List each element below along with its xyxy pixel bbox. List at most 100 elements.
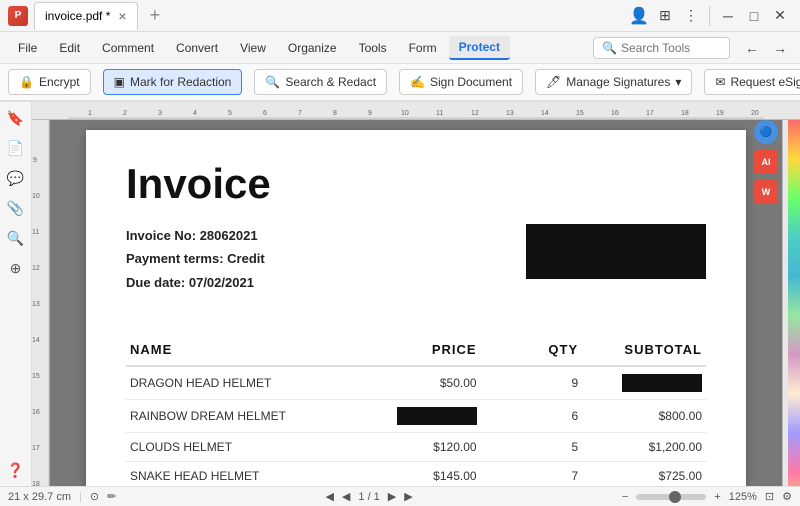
- zoom-level: 125%: [729, 491, 757, 503]
- svg-text:6: 6: [263, 110, 267, 117]
- item-subtotal: $800.00: [582, 400, 706, 433]
- svg-text:16: 16: [611, 110, 619, 117]
- item-name: DRAGON HEAD HELMET: [126, 366, 357, 400]
- sidebar-layers-icon[interactable]: ⊕: [4, 256, 28, 280]
- sidebar-comment-icon[interactable]: 💬: [4, 166, 28, 190]
- svg-text:4: 4: [193, 110, 197, 117]
- manage-signatures-button[interactable]: 🖊 Manage Signatures ▾: [535, 69, 692, 95]
- item-qty: 7: [481, 462, 583, 486]
- invoice-meta: Invoice No: 28062021 Payment terms: Cred…: [126, 224, 265, 294]
- menu-organize[interactable]: Organize: [278, 37, 347, 59]
- item-name: SNAKE HEAD HELMET: [126, 462, 357, 486]
- sidebar-help-icon[interactable]: ❓: [4, 458, 28, 482]
- floating-ai-buttons: 🔵 AI W: [754, 120, 778, 204]
- sign-document-button[interactable]: ✍ Sign Document: [399, 69, 523, 95]
- svg-text:16: 16: [32, 409, 40, 416]
- encrypt-button[interactable]: 🔒 Encrypt: [8, 69, 91, 95]
- svg-text:9: 9: [33, 157, 37, 164]
- page-wrapper: Invoice Invoice No: 28062021 Payment ter…: [50, 120, 782, 486]
- svg-text:19: 19: [716, 110, 724, 117]
- item-qty: 5: [481, 433, 583, 462]
- last-page-btn[interactable]: ▶: [404, 490, 412, 503]
- settings-icon[interactable]: ⚙: [782, 490, 792, 503]
- protect-toolbar: 🔒 Encrypt ▣ Mark for Redaction 🔍 Search …: [0, 64, 800, 102]
- request-esign-label: Request eSign: [730, 75, 800, 89]
- invoice-table: NAME PRICE QTY SUBTOTAL DRAGON HEAD HELM…: [126, 334, 706, 486]
- back-button[interactable]: ←: [740, 36, 764, 60]
- menu-protect[interactable]: Protect: [449, 36, 510, 60]
- tab-title: invoice.pdf *: [45, 9, 110, 23]
- svg-text:1: 1: [88, 110, 92, 117]
- svg-text:7: 7: [298, 110, 302, 117]
- menu-comment[interactable]: Comment: [92, 37, 164, 59]
- right-color-panel: [782, 120, 800, 486]
- menubar: File Edit Comment Convert View Organize …: [0, 32, 800, 64]
- dropdown-icon: ▾: [675, 75, 681, 89]
- payment-terms-value: Credit: [227, 251, 265, 266]
- menu-edit[interactable]: Edit: [49, 37, 90, 59]
- close-button[interactable]: ✕: [768, 4, 792, 28]
- zoom-in-button[interactable]: +: [714, 491, 720, 503]
- zoom-slider-thumb[interactable]: [669, 491, 681, 503]
- sign-document-label: Sign Document: [430, 75, 512, 89]
- ruler-horizontal: // ruler ticks rendered via SVG inline 1…: [32, 102, 800, 120]
- search-input[interactable]: [621, 41, 721, 55]
- request-esign-button[interactable]: ✉ Request eSign AI: [704, 69, 800, 95]
- search-redact-icon: 🔍: [265, 75, 280, 89]
- sidebar-bookmark-icon[interactable]: 🔖: [4, 106, 28, 130]
- menu-convert[interactable]: Convert: [166, 37, 228, 59]
- prev-page-button[interactable]: ◀: [325, 490, 333, 503]
- page-dimensions: 21 x 29.7 cm: [8, 491, 71, 503]
- office-button[interactable]: W: [754, 180, 778, 204]
- menu-tools[interactable]: Tools: [349, 37, 397, 59]
- invoice-no-label: Invoice No:: [126, 228, 196, 243]
- app-logo: P: [8, 6, 28, 26]
- menu-icon[interactable]: ⋮: [679, 4, 703, 28]
- minimize-button[interactable]: ─: [716, 4, 740, 28]
- redacted-subtotal-1: [622, 374, 702, 392]
- col-header-subtotal: SUBTOTAL: [582, 334, 706, 366]
- next-page-btn2[interactable]: ▶: [388, 490, 396, 503]
- menu-file[interactable]: File: [8, 37, 47, 59]
- menu-form[interactable]: Form: [399, 37, 447, 59]
- statusbar: 21 x 29.7 cm | ⊙ ✏ ◀ ◀ 1 / 1 ▶ ▶ − + 125…: [0, 486, 800, 506]
- item-subtotal: [582, 366, 706, 400]
- pdf-container[interactable]: // ruler ticks rendered via SVG inline 1…: [32, 102, 800, 486]
- item-price: $120.00: [357, 433, 481, 462]
- lock-icon: 🔒: [19, 75, 34, 89]
- panel-icon[interactable]: ⊞: [653, 4, 677, 28]
- due-date-label: Due date:: [126, 275, 185, 290]
- ai-blue-button[interactable]: 🔵: [754, 120, 778, 144]
- search-tools-bar[interactable]: 🔍: [593, 37, 730, 59]
- encrypt-label: Encrypt: [39, 75, 80, 89]
- maximize-button[interactable]: □: [742, 4, 766, 28]
- item-price: [357, 400, 481, 433]
- ai-label-button[interactable]: AI: [754, 150, 778, 174]
- item-price: $145.00: [357, 462, 481, 486]
- profile-icon[interactable]: 👤: [627, 4, 651, 28]
- sidebar-search-icon[interactable]: 🔍: [4, 226, 28, 250]
- menu-view[interactable]: View: [230, 37, 276, 59]
- item-subtotal: $1,200.00: [582, 433, 706, 462]
- document-tab[interactable]: invoice.pdf * ×: [34, 2, 138, 30]
- table-row: DRAGON HEAD HELMET $50.00 9: [126, 366, 706, 400]
- invoice-title: Invoice: [126, 160, 706, 208]
- tab-close-button[interactable]: ×: [118, 8, 126, 24]
- forward-button[interactable]: →: [768, 36, 792, 60]
- svg-text:12: 12: [32, 265, 40, 272]
- svg-text:3: 3: [158, 110, 162, 117]
- mark-for-redaction-button[interactable]: ▣ Mark for Redaction: [103, 69, 243, 95]
- next-page-button[interactable]: ◀: [342, 490, 350, 503]
- svg-text:12: 12: [471, 110, 479, 117]
- fit-page-button[interactable]: ⊡: [765, 490, 774, 503]
- zoom-out-button[interactable]: −: [622, 491, 628, 503]
- sidebar-pages-icon[interactable]: 📄: [4, 136, 28, 160]
- zoom-slider[interactable]: [636, 494, 706, 500]
- header-redacted-block: [526, 224, 706, 279]
- sidebar-attachment-icon[interactable]: 📎: [4, 196, 28, 220]
- table-row: CLOUDS HELMET $120.00 5 $1,200.00: [126, 433, 706, 462]
- search-redact-button[interactable]: 🔍 Search & Redact: [254, 69, 387, 95]
- color-bar: [788, 120, 800, 486]
- item-name: CLOUDS HELMET: [126, 433, 357, 462]
- new-tab-button[interactable]: +: [142, 5, 169, 26]
